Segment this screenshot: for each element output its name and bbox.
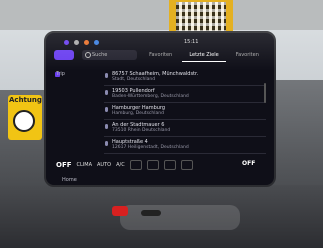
dashboard-glare [120,205,240,230]
warning-sign-circle [13,110,35,132]
rear-defrost-icon[interactable] [180,160,193,170]
climate-mode-button[interactable]: CLIMA [77,162,93,168]
roof-frame [0,0,323,30]
tab-favorites-2[interactable]: Favoriten [226,50,269,62]
navigation-search-row: Suche Favoriten Letzte Ziele Favoriten [54,50,272,64]
destination-subtitle: 12617 Heiligenstadt, Deutschland [112,145,189,150]
destination-subtitle: Baden-Württemberg, Deutschland [112,94,189,99]
climate-off-right-button[interactable]: OFF [242,160,255,167]
location-pin-icon [105,141,108,146]
list-item[interactable]: 86757 Schaafheim, Münchwaldstr. Stadt, D… [104,69,266,86]
status-time: 15:11 [184,39,199,45]
climate-auto-button[interactable]: AUTO [97,162,111,168]
search-placeholder: Suche [92,52,108,58]
fan-icon[interactable] [146,160,159,170]
hazard-button[interactable] [112,206,128,216]
sidebar-item-home[interactable]: Home [62,177,77,183]
list-item[interactable]: Hauptstraße 4 12617 Heiligenstadt, Deuts… [104,137,266,154]
climate-bar: OFF CLIMA AUTO A/C OFF [56,157,268,173]
list-item[interactable]: Hamburger Hamburg Hamburg, Deutschland [104,103,266,120]
infotainment-screen: 15:11 Suche Favoriten Letzte Ziele Favor… [44,31,276,187]
warning-sign-text: Achtung [9,96,42,104]
energy-icon[interactable] [84,40,89,45]
location-pin-icon [105,107,108,112]
settings-icon[interactable] [74,40,79,45]
climate-ac-button[interactable]: A/C [116,162,125,168]
destination-subtitle: Hamburg, Deutschland [112,111,164,116]
location-pin-icon [105,73,108,78]
recent-destinations-list: 86757 Schaafheim, Münchwaldstr. Stadt, D… [104,69,266,154]
center-console-button[interactable] [141,210,161,216]
destination-subtitle: Stadt, Deutschland [112,77,156,82]
sidebar-item-trip[interactable]: Trip [56,71,65,77]
location-pin-icon [105,124,108,129]
tab-favorites[interactable]: Favoriten [139,50,182,62]
app-icon[interactable] [64,40,69,45]
tab-recent[interactable]: Letzte Ziele [182,50,226,62]
connectivity-icon[interactable] [94,40,99,45]
defrost-icon[interactable] [163,160,176,170]
status-icons [64,40,99,45]
list-item[interactable]: An der Stadtmauer 6 73510 Rhein Deutschl… [104,120,266,137]
car-interior-scene: Achtung 15:11 Suche Favoriten Letzte Zie… [0,0,323,248]
seat-heat-icon[interactable] [129,160,142,170]
destination-subtitle: 73510 Rhein Deutschland [112,128,171,133]
climate-off-left-button[interactable]: OFF [56,161,72,169]
location-pin-icon [105,90,108,95]
list-scrollbar[interactable] [264,83,266,103]
status-bar: 15:11 [54,37,270,47]
destination-tabs: Favoriten Letzte Ziele Favoriten [139,50,269,62]
list-item[interactable]: 19503 Pullendorf Baden-Württemberg, Deut… [104,86,266,103]
search-icon [85,52,91,58]
navigation-menu-button[interactable] [54,50,74,60]
